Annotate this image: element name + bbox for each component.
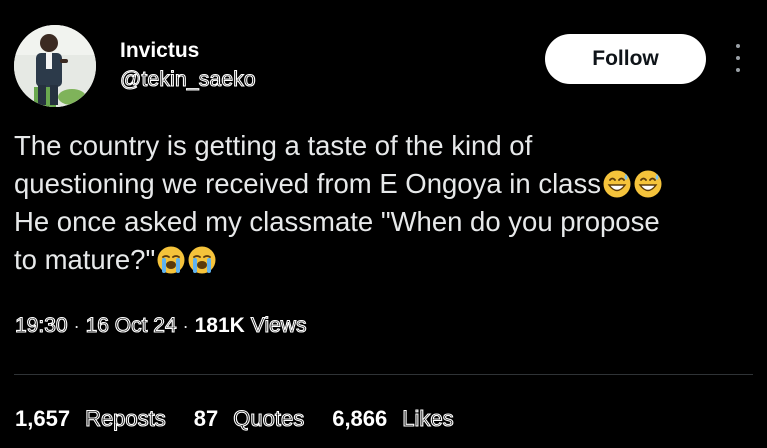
tweet-card: Invictus @tekin_saeko Follow The country… [0,0,767,448]
tweet-text: The country is getting a taste of the ki… [14,127,754,279]
likes-count: 6,866 [332,406,388,431]
reposts-count: 1,657 [15,406,71,431]
quotes-count: 87 [193,406,219,431]
tweet-line: to mature?" [14,241,754,279]
follow-button[interactable]: Follow [545,34,706,84]
separator-dot: · [182,315,189,336]
user-name[interactable]: Invictus [120,39,199,63]
tweet-line: He once asked my classmate "When do you … [14,206,660,237]
grinning-sweat-emoji-icon [602,169,632,199]
avatar[interactable] [14,25,96,107]
divider [14,374,753,375]
likes-stat[interactable]: 6,866 Likes [332,405,454,432]
engagement-stats: 1,657 Reposts 87 Quotes 6,866 Likes [15,405,482,432]
quotes-stat[interactable]: 87 Quotes [193,405,305,432]
loudly-crying-emoji-icon [156,245,186,275]
reposts-label: Reposts [85,405,167,431]
tweet-date[interactable]: 16 Oct 24 [85,313,177,338]
tweet-line: questioning we received from E Ongoya in… [14,165,754,203]
views-label: Views [250,313,307,337]
loudly-crying-emoji-icon [187,245,217,275]
grinning-sweat-emoji-icon [633,169,663,199]
user-handle[interactable]: @tekin_saeko [119,67,256,92]
reposts-stat[interactable]: 1,657 Reposts [15,405,167,432]
views-count: 181K [194,314,245,337]
profile-photo [14,25,96,107]
more-options-icon[interactable] [730,41,746,75]
tweet-time[interactable]: 19:30 [14,313,68,338]
tweet-meta: 19:30 · 16 Oct 24 · 181K Views [14,313,307,338]
likes-label: Likes [402,405,454,431]
separator-dot: · [73,315,80,336]
quotes-label: Quotes [233,405,305,431]
tweet-line: The country is getting a taste of the ki… [14,130,533,161]
